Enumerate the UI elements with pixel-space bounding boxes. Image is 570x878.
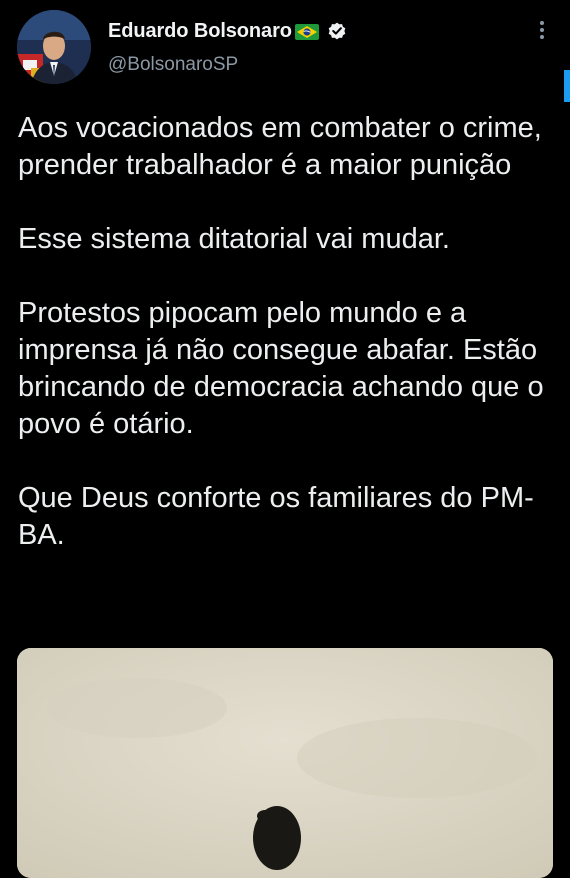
tweet-media-video[interactable] — [17, 648, 553, 878]
media-thumbnail — [17, 648, 553, 878]
author-handle[interactable]: @BolsonaroSP — [108, 54, 238, 76]
scroll-indicator — [564, 70, 570, 102]
tweet-paragraph: Aos vocacionados em combater o crime, pr… — [18, 112, 542, 181]
avatar-image — [17, 10, 91, 84]
brazil-flag-icon — [294, 22, 320, 41]
tweet-text: Aos vocacionados em combater o crime, pr… — [18, 110, 548, 554]
tweet-paragraph: Que Deus conforte os familiares do PM-BA… — [18, 482, 534, 551]
verified-badge-icon — [327, 21, 347, 41]
author-name-row: Eduardo Bolsonaro — [108, 19, 347, 43]
tweet-header: Eduardo Bolsonaro @BolsonaroSP — [0, 0, 570, 102]
more-vertical-icon[interactable] — [532, 18, 552, 42]
avatar[interactable] — [17, 10, 91, 84]
tweet-paragraph: Protestos pipocam pelo mundo e a imprens… — [18, 297, 544, 440]
author-display-name[interactable]: Eduardo Bolsonaro — [108, 20, 292, 43]
tweet-paragraph: Esse sistema ditatorial vai mudar. — [18, 223, 450, 255]
